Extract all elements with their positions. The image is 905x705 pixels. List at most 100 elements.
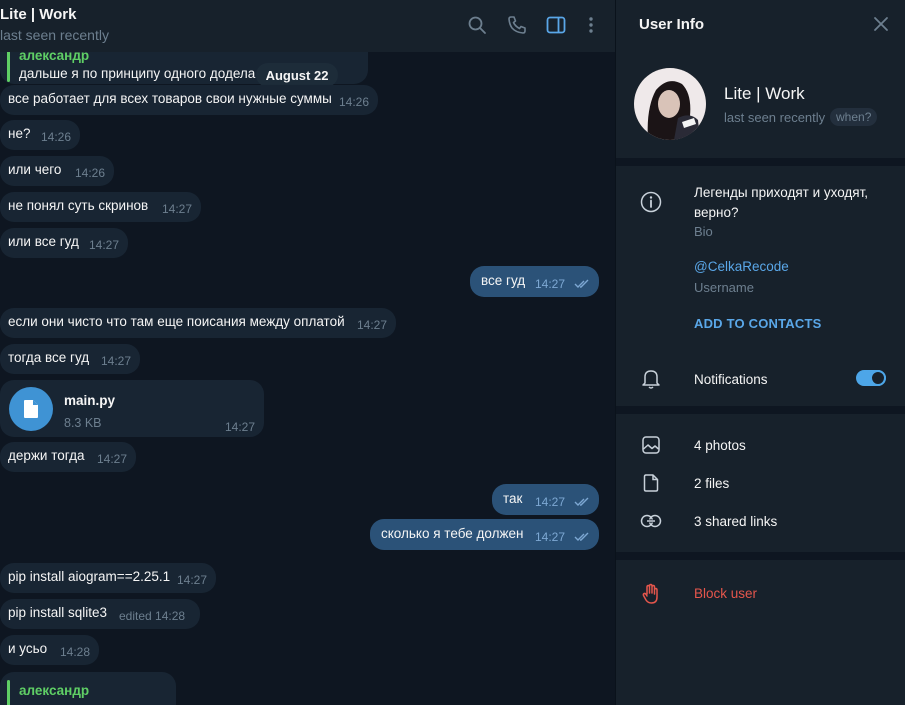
chat-header: Lite | Work last seen recently (0, 0, 615, 52)
message-text: не понял суть скринов (8, 198, 149, 213)
message-time: 14:27 (535, 530, 566, 544)
file-name: main.py (64, 393, 116, 408)
message-time: 14:27 (97, 452, 128, 466)
message-time: edited 14:28 (119, 609, 186, 623)
notifications-label: Notifications (694, 372, 768, 387)
link-icon (640, 514, 662, 528)
add-to-contacts-button[interactable]: ADD TO CONTACTS (694, 316, 821, 331)
message-text: все гуд (481, 273, 526, 288)
toggle-knob (870, 370, 886, 386)
file-download-button[interactable] (9, 387, 53, 431)
message-bubble[interactable]: александр (0, 672, 176, 705)
reply-bar (7, 680, 10, 705)
file-message[interactable]: main.py 8.3 KB 14:27 (0, 380, 264, 437)
message-time: 14:27 (535, 277, 566, 291)
section-separator (616, 406, 905, 414)
message-time: 14:27 (225, 420, 256, 434)
profile-status: last seen recently (724, 110, 826, 125)
message-bubble-outgoing[interactable]: так 14:27 (492, 484, 599, 515)
hand-stop-icon (642, 583, 658, 604)
photos-link[interactable]: 4 photos (694, 438, 746, 453)
avatar-photo (634, 68, 706, 140)
bio-label: Bio (694, 224, 713, 239)
file-icon (643, 474, 659, 492)
message-bubble[interactable]: pip install sqlite3 edited 14:28 (0, 599, 200, 629)
photos-icon-wrap (640, 434, 662, 456)
message-bubble-outgoing[interactable]: все гуд 14:27 (470, 266, 599, 297)
info-icon-wrap (640, 191, 662, 213)
sidebar-icon (546, 16, 566, 34)
file-size: 8.3 KB (64, 416, 102, 430)
read-ticks-icon (574, 532, 589, 541)
sidebar-toggle-button[interactable] (544, 13, 568, 37)
message-time: 14:27 (89, 238, 120, 252)
message-bubble[interactable]: и усьо 14:28 (0, 635, 99, 665)
username-link[interactable]: @CelkaRecode (694, 259, 789, 274)
message-time: 14:27 (357, 318, 388, 332)
panel-title: User Info (639, 16, 705, 33)
message-bubble[interactable]: или чего 14:26 (0, 156, 114, 186)
username-label: Username (694, 280, 754, 295)
info-icon (640, 191, 662, 213)
more-menu-button[interactable] (579, 13, 603, 37)
user-info-panel: User Info Lite | Work last seen recently… (616, 0, 905, 705)
message-text: или чего (8, 162, 62, 177)
message-list[interactable]: александр дальше я по принципу одного до… (0, 46, 615, 705)
profile-name: Lite | Work (724, 84, 805, 103)
photo-icon (642, 436, 660, 454)
message-text: не? (8, 126, 31, 141)
message-text: pip install sqlite3 (8, 605, 108, 620)
message-text: если они чисто что там еще поисания межд… (8, 314, 345, 329)
message-bubble[interactable]: не понял суть скринов 14:27 (0, 192, 201, 222)
message-time: 14:26 (75, 166, 106, 180)
message-text: pip install aiogram==2.25.1 (8, 569, 171, 584)
avatar[interactable] (634, 68, 706, 140)
when-button[interactable]: when? (830, 108, 878, 126)
bell-icon-wrap (640, 367, 662, 389)
chat-status: last seen recently (0, 27, 109, 43)
section-separator (616, 158, 905, 166)
bio-text: Легенды приходят и уходят, верно? (694, 185, 869, 220)
message-time: 14:26 (41, 130, 72, 144)
file-icon (24, 400, 38, 418)
shared-links-link[interactable]: 3 shared links (694, 514, 777, 529)
message-bubble[interactable]: не? 14:26 (0, 120, 80, 150)
notifications-toggle[interactable] (856, 370, 886, 386)
message-time: 14:28 (60, 645, 91, 659)
message-bubble[interactable]: если они чисто что там еще поисания межд… (0, 308, 396, 338)
message-time: 14:26 (339, 95, 370, 109)
read-ticks-icon (574, 497, 589, 506)
message-bubble[interactable]: все работает для всех товаров свои нужны… (0, 85, 378, 115)
chat-title[interactable]: Lite | Work (0, 6, 76, 23)
links-icon-wrap (640, 510, 662, 532)
read-ticks-icon (574, 279, 589, 288)
message-bubble[interactable]: или все гуд 14:27 (0, 228, 128, 258)
files-link[interactable]: 2 files (694, 476, 729, 491)
message-bubble[interactable]: тогда все гуд 14:27 (0, 344, 140, 374)
files-icon-wrap (640, 472, 662, 494)
reply-text: дальше я по принципу одного додела (19, 66, 256, 81)
message-text: тогда все гуд (8, 350, 90, 365)
call-button[interactable] (505, 13, 529, 37)
chat-pane: александр дальше я по принципу одного до… (0, 0, 615, 705)
phone-icon (508, 16, 526, 34)
search-icon (468, 16, 486, 34)
block-icon-wrap (640, 583, 662, 605)
message-text: и усьо (8, 641, 48, 656)
block-user-button[interactable]: Block user (694, 586, 757, 601)
bell-icon (642, 370, 660, 389)
more-vertical-icon (589, 17, 593, 33)
message-text: так (503, 491, 523, 506)
date-pill: August 22 (256, 63, 338, 87)
close-button[interactable] (872, 15, 890, 33)
message-time: 14:27 (101, 354, 132, 368)
reply-author: александр (19, 683, 90, 698)
message-time: 14:27 (177, 573, 208, 587)
message-time: 14:27 (535, 495, 566, 509)
message-bubble[interactable]: pip install aiogram==2.25.1 14:27 (0, 563, 216, 593)
message-bubble[interactable]: держи тогда 14:27 (0, 442, 136, 472)
message-text: держи тогда (8, 448, 85, 463)
message-bubble-outgoing[interactable]: сколько я тебе должен 14:27 (370, 519, 599, 550)
close-icon (874, 17, 888, 31)
search-button[interactable] (465, 13, 489, 37)
